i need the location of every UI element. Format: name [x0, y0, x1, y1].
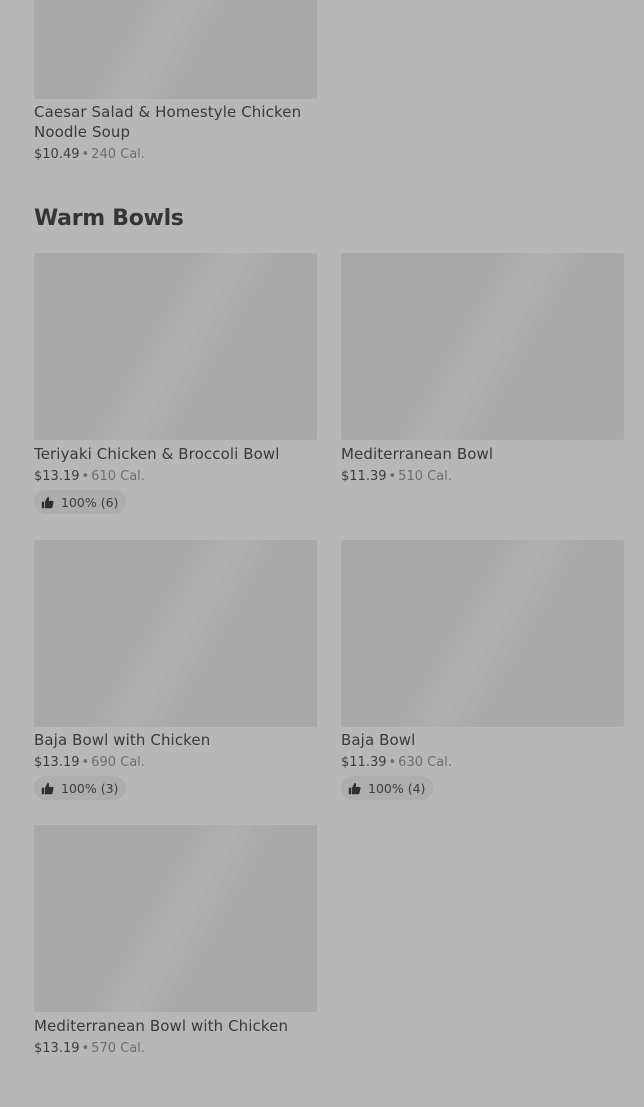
menu-item-price: $10.49: [34, 147, 80, 162]
menu-item-calories: 690 Cal.: [91, 755, 145, 770]
thumbs-up-icon: [348, 782, 361, 794]
menu-item-meta: $11.39 • 510 Cal.: [341, 468, 452, 485]
rating-badge: 100% (6): [34, 490, 127, 514]
separator: •: [388, 469, 397, 484]
menu-item-image[interactable]: [34, 540, 317, 727]
menu-item-meta: $13.19 • 610 Cal.: [34, 468, 145, 485]
separator: •: [81, 755, 90, 770]
menu-item-name: Mediterranean Bowl: [341, 445, 494, 463]
menu-item-image[interactable]: [34, 0, 317, 99]
menu-item-meta: $13.19 • 570 Cal.: [34, 1040, 145, 1057]
separator: •: [388, 755, 397, 770]
menu-item-calories: 510 Cal.: [398, 469, 452, 484]
menu-item-calories: 630 Cal.: [398, 755, 452, 770]
menu-item-name: Caesar Salad & Homestyle Chicken Noodle …: [34, 103, 302, 141]
rating-badge: 100% (4): [341, 776, 434, 800]
menu-item-name: Teriyaki Chicken & Broccoli Bowl: [34, 445, 280, 463]
menu-item-price: $11.39: [341, 469, 387, 484]
rating-text: 100% (6): [61, 494, 119, 510]
menu-item-image[interactable]: [341, 253, 624, 440]
menu-item-name: Baja Bowl: [341, 731, 416, 749]
section-title: Warm Bowls: [34, 206, 184, 231]
separator: •: [81, 469, 90, 484]
menu-item-image[interactable]: [34, 825, 317, 1012]
rating-text: 100% (3): [61, 780, 119, 796]
menu-item-meta: $10.49 • 240 Cal.: [34, 146, 145, 163]
menu-item-image[interactable]: [34, 253, 317, 440]
menu-item-price: $13.19: [34, 469, 80, 484]
menu-item-calories: 570 Cal.: [91, 1041, 145, 1056]
separator: •: [81, 147, 90, 162]
thumbs-up-icon: [41, 496, 54, 508]
menu-item-name: Mediterranean Bowl with Chicken: [34, 1017, 289, 1035]
menu-item-meta: $11.39 • 630 Cal.: [341, 754, 452, 771]
menu-item-meta: $13.19 • 690 Cal.: [34, 754, 145, 771]
menu-item-name: Baja Bowl with Chicken: [34, 731, 211, 749]
menu-item-calories: 240 Cal.: [91, 147, 145, 162]
rating-text: 100% (4): [368, 780, 426, 796]
thumbs-up-icon: [41, 782, 54, 794]
separator: •: [81, 1041, 90, 1056]
menu-item-calories: 610 Cal.: [91, 469, 145, 484]
menu-item-price: $13.19: [34, 1041, 80, 1056]
menu-item-price: $13.19: [34, 755, 80, 770]
menu-item-image[interactable]: [341, 540, 624, 727]
rating-badge: 100% (3): [34, 776, 127, 800]
menu-item-price: $11.39: [341, 755, 387, 770]
